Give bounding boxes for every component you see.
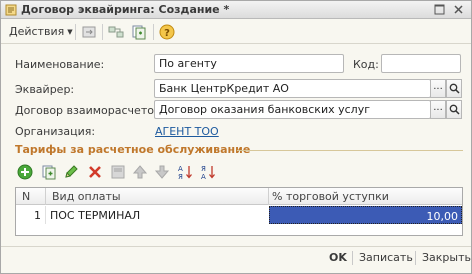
move-down-icon[interactable] bbox=[154, 164, 170, 180]
delete-row-icon[interactable] bbox=[87, 164, 103, 180]
footer-divider-vertical bbox=[415, 251, 416, 265]
column-divider bbox=[45, 188, 46, 205]
actions-menu-label: Действия bbox=[9, 25, 65, 38]
name-label: Наименование: bbox=[15, 58, 105, 71]
copy-document-icon[interactable] bbox=[131, 24, 147, 40]
move-up-icon[interactable] bbox=[132, 164, 148, 180]
svg-text:Я: Я bbox=[201, 165, 206, 173]
add-row-icon[interactable] bbox=[17, 164, 33, 180]
column-divider bbox=[45, 206, 46, 224]
table-header: N Вид оплаты % торговой уступки bbox=[16, 188, 462, 205]
ok-button[interactable]: OK bbox=[329, 251, 347, 264]
post-document-icon[interactable] bbox=[81, 24, 97, 40]
structure-icon[interactable] bbox=[108, 24, 124, 40]
acquirer-select-button[interactable]: ... bbox=[430, 79, 446, 98]
help-glyph: ? bbox=[164, 28, 170, 39]
payment-type-cell[interactable]: ПОС ТЕРМИНАЛ bbox=[50, 209, 140, 222]
close-window-button[interactable] bbox=[452, 3, 465, 16]
code-field[interactable] bbox=[381, 54, 461, 73]
search-icon bbox=[449, 104, 460, 115]
svg-text:A: A bbox=[178, 165, 183, 173]
ellipsis-icon: ... bbox=[433, 81, 443, 92]
row-number-cell: 1 bbox=[34, 209, 41, 222]
contract-field[interactable]: Договор оказания банковских услуг bbox=[154, 100, 431, 119]
svg-text:Я: Я bbox=[178, 173, 183, 180]
chevron-down-icon: ▼ bbox=[67, 28, 73, 36]
code-label: Код: bbox=[353, 58, 379, 71]
toolbar-divider bbox=[102, 24, 103, 40]
document-icon bbox=[5, 4, 17, 16]
toolbar-divider bbox=[75, 24, 76, 40]
title-bar: Договор эквайринга: Создание * bbox=[1, 1, 471, 19]
footer-divider-vertical bbox=[352, 251, 353, 265]
acquirer-open-button[interactable] bbox=[446, 79, 462, 98]
edit-row-icon[interactable] bbox=[63, 164, 79, 180]
end-edit-icon[interactable] bbox=[110, 164, 126, 180]
ellipsis-icon: ... bbox=[433, 102, 443, 113]
acquirer-field[interactable]: Банк ЦентрКредит АО bbox=[154, 79, 431, 98]
sort-descending-icon[interactable]: ЯA bbox=[200, 164, 216, 180]
acquiring-contract-window: Договор эквайринга: Создание * Действия ▼… bbox=[0, 0, 472, 274]
column-header-discount[interactable]: % торговой уступки bbox=[272, 190, 389, 203]
window-title: Договор эквайринга: Создание * bbox=[21, 3, 230, 16]
section-divider bbox=[237, 150, 463, 151]
actions-menu-button[interactable]: Действия ▼ bbox=[5, 22, 77, 41]
copy-row-icon[interactable] bbox=[41, 164, 57, 180]
maximize-button[interactable] bbox=[433, 3, 446, 16]
svg-text:A: A bbox=[201, 173, 206, 180]
footer-divider bbox=[1, 246, 471, 247]
column-header-n[interactable]: N bbox=[22, 190, 30, 203]
column-header-payment-type[interactable]: Вид оплаты bbox=[52, 190, 121, 203]
search-icon bbox=[449, 83, 460, 94]
tariffs-table: N Вид оплаты % торговой уступки 1 ПОС ТЕ… bbox=[15, 187, 463, 236]
sort-ascending-icon[interactable]: AЯ bbox=[177, 164, 193, 180]
discount-cell[interactable]: 10,00 bbox=[269, 206, 462, 224]
save-button[interactable]: Записать bbox=[359, 251, 413, 264]
organization-link[interactable]: АГЕНТ ТОО bbox=[155, 125, 219, 138]
tariffs-section-title: Тарифы за расчетное обслуживание bbox=[15, 143, 251, 156]
contract-label: Договор взаиморасчетов: bbox=[15, 104, 165, 117]
close-button[interactable]: Закрыть bbox=[422, 251, 471, 264]
column-divider bbox=[268, 188, 269, 205]
help-icon[interactable]: ? bbox=[159, 24, 175, 40]
toolbar-divider bbox=[153, 24, 154, 40]
table-row[interactable]: 1 ПОС ТЕРМИНАЛ 10,00 bbox=[16, 206, 462, 224]
form-toolbar: Действия ▼ ? bbox=[1, 20, 471, 44]
name-field[interactable]: По агенту bbox=[154, 54, 344, 73]
organization-label: Организация: bbox=[15, 125, 96, 138]
contract-open-button[interactable] bbox=[446, 100, 462, 119]
acquirer-label: Эквайрер: bbox=[15, 83, 75, 96]
contract-select-button[interactable]: ... bbox=[430, 100, 446, 119]
